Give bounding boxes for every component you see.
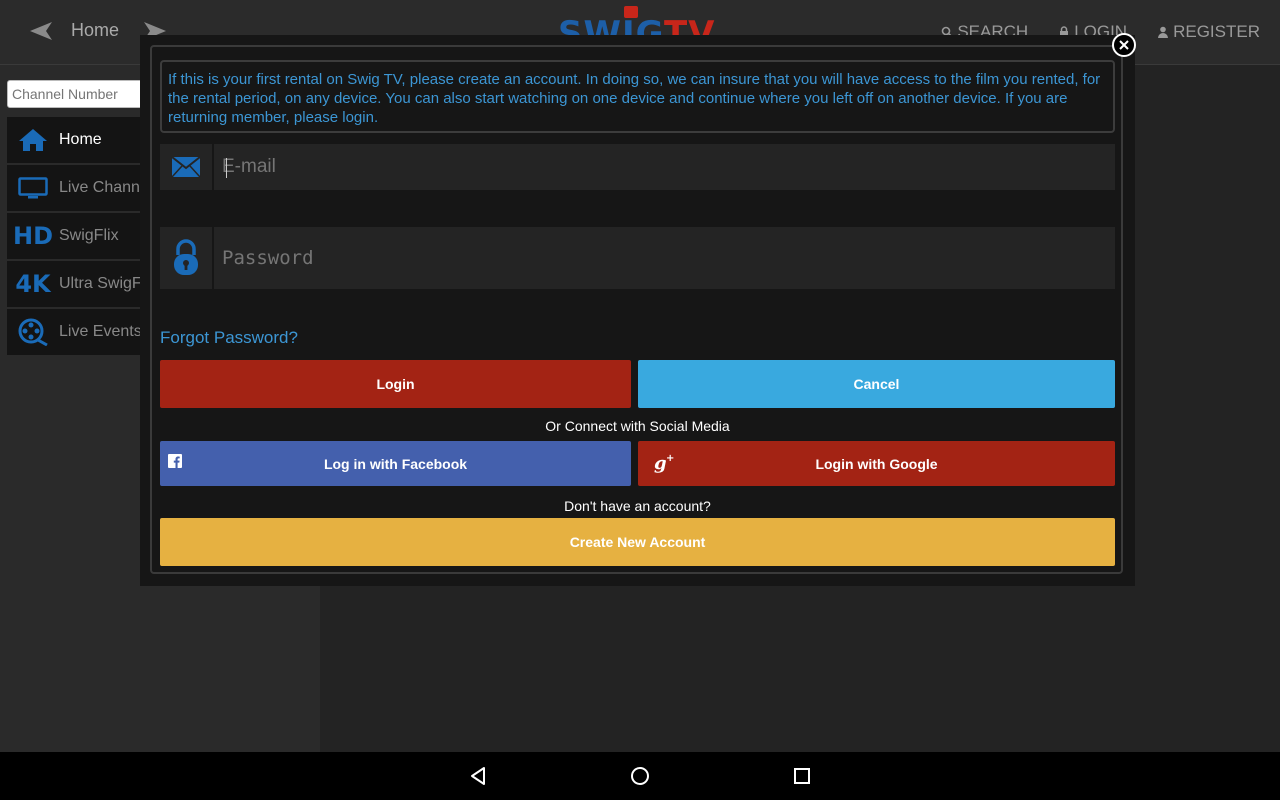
android-recents-icon[interactable] (790, 764, 814, 788)
close-button[interactable] (1112, 33, 1136, 57)
no-account-label: Don't have an account? (564, 498, 711, 514)
cancel-button[interactable]: Cancel (638, 360, 1115, 408)
film-reel-icon (7, 318, 59, 346)
google-button-label: Login with Google (815, 455, 938, 472)
svg-text:g: g (654, 453, 667, 473)
info-message: If this is your first rental on Swig TV,… (160, 60, 1115, 133)
close-icon (1119, 40, 1129, 50)
create-account-button[interactable]: Create New Account (160, 518, 1115, 566)
sidebar-item-label: Live Events (59, 323, 142, 340)
email-field-row (160, 144, 1115, 190)
4k-icon: 4K (15, 270, 51, 298)
padlock-icon (160, 227, 214, 289)
sidebar-item-label: Live Channe (59, 179, 149, 196)
facebook-button-label: Log in with Facebook (323, 455, 468, 472)
google-login-button[interactable]: g + Login with Google (638, 441, 1115, 486)
password-field-row (160, 227, 1115, 289)
sidebar-item-label: Ultra SwigF (59, 275, 142, 292)
facebook-icon (168, 454, 182, 468)
page-title: Home (71, 20, 120, 40)
google-plus-icon: g + (654, 453, 674, 473)
android-navigation-bar (0, 752, 1280, 800)
envelope-icon (160, 144, 214, 190)
text-cursor (226, 158, 227, 178)
forgot-password-link[interactable]: Forgot Password? (160, 328, 298, 348)
svg-text:+: + (666, 453, 674, 464)
user-icon (1158, 26, 1169, 38)
facebook-login-button[interactable]: Log in with Facebook (160, 441, 631, 486)
password-input[interactable] (222, 227, 1082, 289)
sidebar-item-label: Home (59, 131, 102, 148)
register-link[interactable]: REGISTER (1157, 22, 1260, 42)
email-input[interactable] (222, 144, 1082, 190)
hd-icon: HD (12, 222, 53, 250)
android-home-icon[interactable] (628, 764, 652, 788)
social-media-label: Or Connect with Social Media (545, 418, 730, 434)
register-link-label: REGISTER (1173, 22, 1260, 41)
android-back-icon[interactable] (466, 764, 490, 788)
login-button[interactable]: Login (160, 360, 631, 408)
home-icon (7, 128, 59, 152)
tv-icon (7, 177, 59, 199)
back-arrow-icon[interactable] (26, 16, 56, 46)
sidebar-item-label: SwigFlix (59, 227, 119, 244)
